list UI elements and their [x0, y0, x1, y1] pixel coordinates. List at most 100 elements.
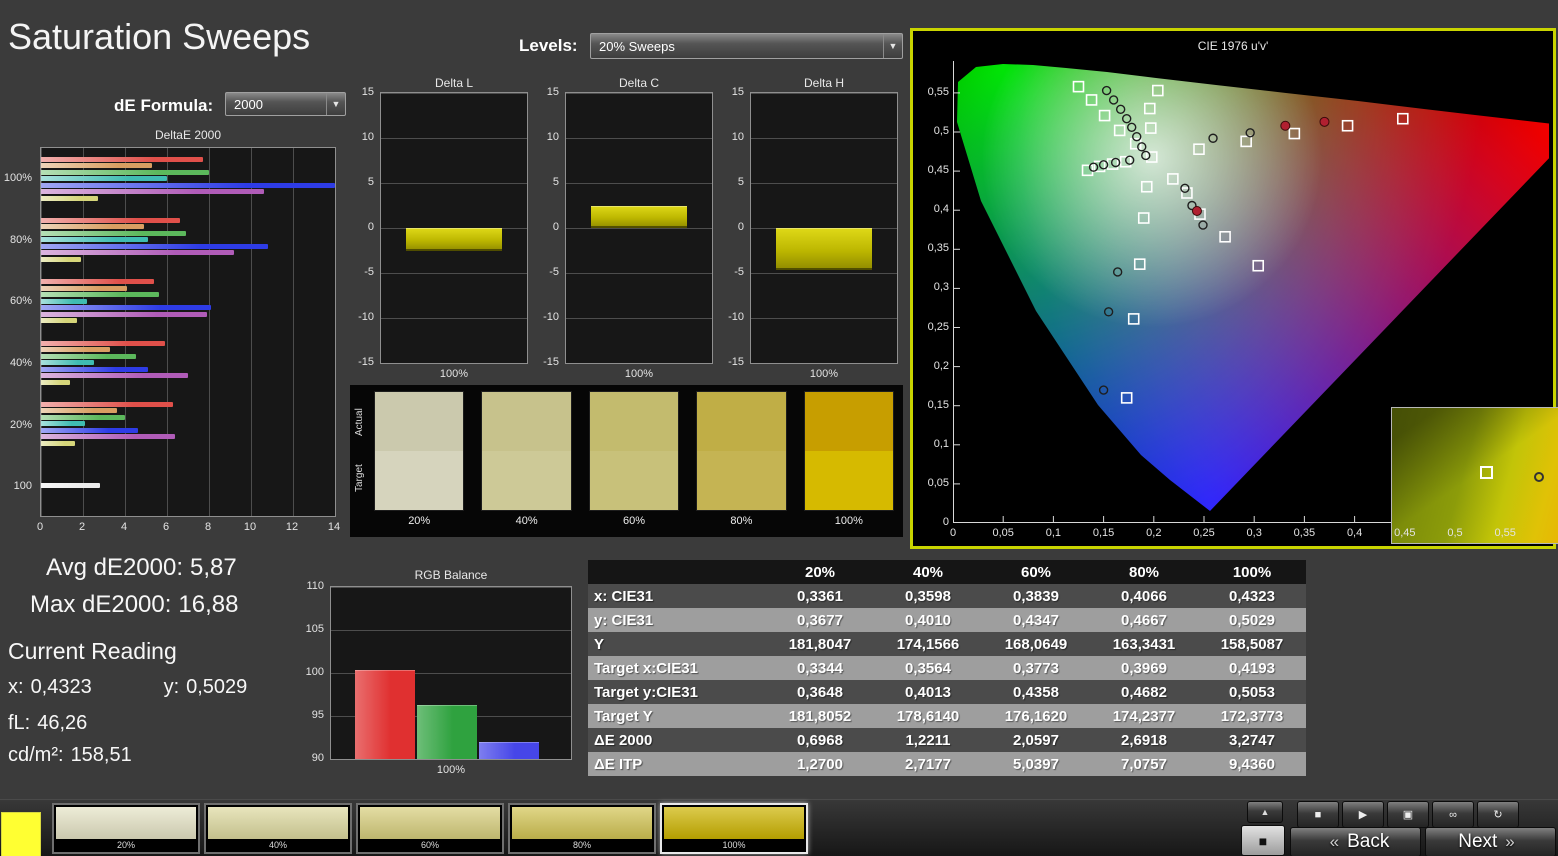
table-cell: 0,6968 [766, 728, 874, 752]
axis-tick-label: 100 [13, 480, 32, 493]
pattern-window-button[interactable]: ▣ [1387, 801, 1429, 828]
axis-tick-label: 0,3 [933, 281, 949, 294]
axis-tick-label: 15 [731, 86, 744, 98]
deltae-bar [41, 256, 81, 262]
back-button[interactable]: « Back [1290, 827, 1421, 856]
axis-tick-label: 10 [731, 131, 744, 143]
swatch-color [360, 807, 500, 839]
swatch-label: 40% [268, 840, 287, 850]
swatch-target-half [589, 451, 679, 510]
table-cell: 0,3677 [766, 608, 874, 632]
table-cell: 181,8047 [766, 632, 874, 656]
deltae-x-axis: 0 2 4 6 8 10 12 14 [37, 521, 340, 535]
chevron-left-icon: « [1329, 832, 1340, 851]
avg-de2000-value: 5,87 [190, 554, 237, 581]
table-row: Target Y 181,8052 178,6140 176,1620 174,2377… [588, 704, 1306, 728]
deltae-chart-title: DeltaE 2000 [154, 128, 222, 142]
max-de2000-label: Max dE2000: [30, 591, 172, 618]
deltae-bar [41, 189, 264, 195]
axis-tick-label: 0 [737, 221, 744, 233]
table-cell: 5,0397 [982, 752, 1090, 776]
axis-tick-label: 0,55 [927, 85, 949, 98]
table-row-label: ΔE ITP [588, 752, 766, 776]
next-button[interactable]: Next » [1425, 827, 1556, 856]
table-cell: 168,0649 [982, 632, 1090, 656]
cie-title: CIE 1976 u'v' [1197, 39, 1269, 53]
swatch-target-half [697, 451, 786, 510]
pattern-swatch-button[interactable]: 20% [52, 803, 200, 854]
table-row-label: Target x:CIE31 [588, 656, 766, 680]
axis-tick-label: 15 [361, 86, 374, 98]
swatch-color [664, 807, 804, 839]
axis-tick-label: 110 [306, 580, 324, 592]
levels-dropdown[interactable]: 20% Sweeps ▼ [590, 33, 903, 59]
table-col-header: 20% [766, 560, 874, 584]
delta-c-title: Delta C [618, 76, 659, 90]
table-cell: 0,4347 [982, 608, 1090, 632]
axis-tick-label: 5 [737, 176, 744, 188]
swatch-label: 60% [623, 515, 646, 527]
swatch-actual-half [697, 392, 786, 451]
swatch-actual-half [375, 392, 464, 451]
table-cell: 172,3773 [1198, 704, 1306, 728]
pattern-swatch-button[interactable]: 60% [356, 803, 504, 854]
stop-icon: ■ [1314, 808, 1322, 821]
axis-tick-label: 4 [120, 521, 128, 533]
axis-tick-label: 20% [9, 418, 32, 431]
axis-tick-label: 60% [9, 295, 32, 308]
swatch-color [56, 807, 196, 839]
table-cell: 0,3564 [874, 656, 982, 680]
swatch-label: 100% [722, 840, 746, 850]
axis-tick-label: 0,15 [1092, 527, 1115, 539]
table-cell: 2,0597 [982, 728, 1090, 752]
deltae-bar-group [41, 271, 335, 332]
table-cell: 0,5029 [1198, 608, 1306, 632]
axis-tick-label: 0,25 [1193, 527, 1215, 539]
deltae-bar [41, 243, 268, 249]
swatch-label: 20% [116, 840, 135, 850]
table-cell: 7,0757 [1090, 752, 1198, 776]
axis-tick-label: 0 [552, 221, 559, 233]
axis-tick-label: 80% [9, 233, 32, 246]
table-cell: 0,3598 [874, 584, 982, 608]
axis-tick-label: -15 [543, 356, 559, 368]
table-row: Target x:CIE31 0,3344 0,3564 0,3773 0,3969 0,… [588, 656, 1306, 680]
repeat-button[interactable]: ↻ [1477, 801, 1519, 828]
pattern-swatch-button[interactable]: 80% [508, 803, 656, 854]
continuous-button[interactable]: ∞ [1432, 801, 1474, 828]
swatch-label: 60% [420, 840, 439, 850]
avg-de2000-readout: Avg dE2000: 5,87 [46, 554, 237, 582]
repeat-icon: ↻ [1493, 809, 1503, 821]
deltae-bar-group [41, 209, 335, 270]
stop-button[interactable]: ■ [1297, 801, 1339, 828]
axis-tick-label: 0,35 [1293, 527, 1316, 539]
pattern-swatch-button[interactable]: 100% [660, 803, 808, 854]
axis-tick-label: -15 [358, 356, 374, 368]
table-cell: 0,4358 [982, 680, 1090, 704]
rgb-balance-title: RGB Balance [414, 568, 488, 582]
table-row: x: CIE31 0,3361 0,3598 0,3839 0,4066 0,4323 [588, 584, 1306, 608]
de-formula-dropdown[interactable]: 2000 ▼ [225, 92, 346, 116]
axis-tick-label: -10 [543, 311, 559, 323]
table-cell: 176,1620 [982, 704, 1090, 728]
axis-tick-label: -5 [364, 266, 374, 278]
axis-tick-label: 0,4 [1346, 527, 1363, 539]
rgb-balance-x-label: 100% [436, 764, 466, 776]
table-cell: 0,3344 [766, 656, 874, 680]
axis-tick-label: -10 [728, 311, 744, 323]
saturation-swatch [374, 391, 465, 511]
axis-tick-label: 0,55 [1494, 527, 1516, 539]
axis-tick-label: 0,05 [992, 527, 1014, 539]
swatch-label: 80% [572, 840, 591, 850]
table-cell: 178,6140 [874, 704, 982, 728]
delta-h-plot-area [750, 92, 898, 364]
rgb-balance-y-axis: 110 105 100 95 90 [296, 580, 326, 764]
pattern-window-button[interactable]: ■ [1241, 825, 1285, 856]
table-row: ΔE 2000 0,6968 1,2211 2,0597 2,6918 3,2747 [588, 728, 1306, 752]
deltae-bar [41, 340, 165, 346]
panel-up-button[interactable]: ▲ [1247, 801, 1283, 823]
play-button[interactable]: ▶ [1342, 801, 1384, 828]
pattern-swatch-button[interactable]: 40% [204, 803, 352, 854]
de-formula-label: dE Formula: [114, 96, 214, 115]
swatch-actual-half [482, 392, 571, 451]
